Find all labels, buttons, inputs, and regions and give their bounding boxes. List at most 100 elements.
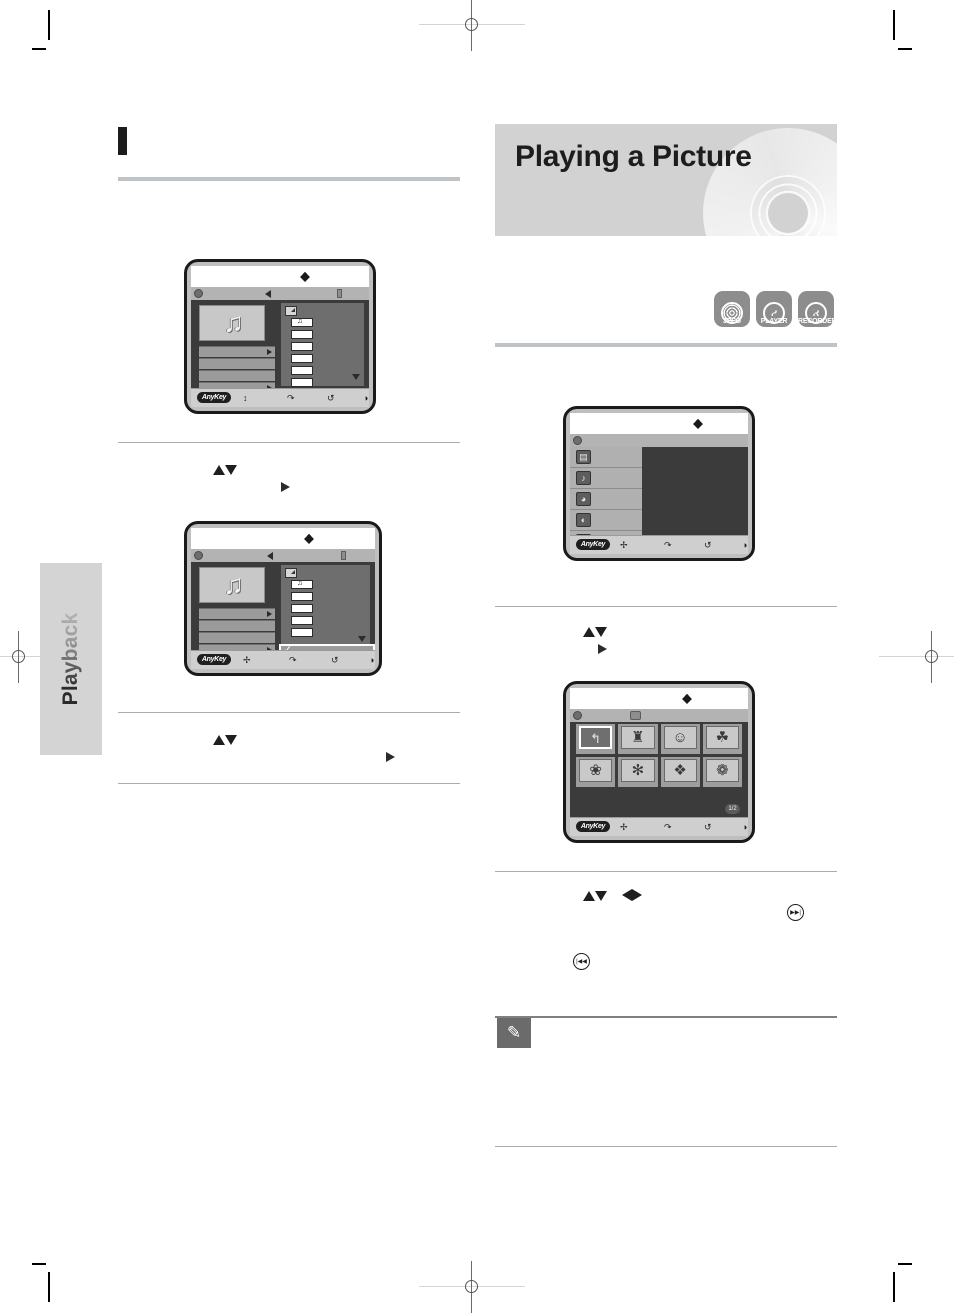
photo-icon: ◕ (576, 492, 591, 506)
anykey-badge[interactable]: AnyKey (576, 821, 610, 832)
photo-cell-parent-folder[interactable]: ↰ (576, 724, 616, 754)
crop-mark-bottom-right-v (893, 1272, 895, 1302)
left-rule-3 (118, 783, 460, 784)
file-item[interactable] (291, 604, 313, 613)
tv-subbar (191, 287, 369, 300)
music-thumbnail: ♫ (199, 567, 265, 603)
sidebar-item-title[interactable]: ▤ (570, 447, 642, 468)
list-row[interactable] (199, 346, 275, 357)
thumbnail-object: ❖ (663, 759, 697, 782)
return-icon: ↷ (664, 822, 672, 832)
right-rule-1 (495, 606, 837, 607)
arrow-right-icon (631, 889, 642, 901)
file-item[interactable] (291, 578, 313, 589)
tv-bottom-bar: AnyKey ↕ ↷ ↺ ◑ (191, 388, 369, 407)
anykey-badge[interactable]: AnyKey (197, 654, 231, 665)
arrow-right-icon (598, 644, 607, 654)
crop-mark-bottom-right-h (898, 1263, 912, 1265)
skip-prev-button[interactable]: |◀◀ (573, 953, 590, 970)
sidebar-item-music[interactable]: ♪ (570, 468, 642, 489)
file-item[interactable] (291, 378, 313, 387)
crop-mark-top-right-v (893, 10, 895, 40)
right-rule-bottom (495, 1146, 837, 1147)
arrow-up-icon (583, 627, 595, 637)
photo-cell-bouquet[interactable]: ❁ (702, 757, 742, 787)
file-item[interactable] (291, 330, 313, 339)
sidebar-item-photo[interactable]: ◕ (570, 489, 642, 510)
right-rule-2 (495, 871, 837, 872)
tv-titlebar (191, 266, 369, 287)
chapter-tab-playback: Playback (40, 563, 102, 755)
file-item[interactable] (291, 316, 313, 327)
photo-cell-object[interactable]: ❖ (660, 757, 700, 787)
file-item[interactable] (291, 354, 313, 363)
list-row[interactable] (199, 632, 275, 643)
arrow-up-icon (213, 735, 225, 745)
photo-cell-sun[interactable]: ✻ (618, 757, 658, 787)
folder-up-icon[interactable] (285, 568, 297, 578)
file-pane (281, 303, 364, 387)
step-glyph-fourway (583, 888, 642, 906)
note-icon-box: ✎ (497, 1018, 531, 1048)
file-item[interactable] (291, 628, 313, 637)
diamond-icon (682, 693, 693, 704)
right-rule-3 (495, 1016, 837, 1018)
jpeg-badge-label: JPEG (723, 318, 741, 325)
pencil-icon: ✎ (506, 1023, 522, 1042)
page-title: Playing a Picture (515, 140, 752, 173)
tv-bottom-bar: AnyKey ✢ ↷ ↺ ◑ (191, 650, 375, 669)
info-icon: ◑ (363, 393, 369, 403)
tv-bottom-bar: AnyKey ✢ ↷ ↺ ◑ (570, 535, 748, 554)
list-row[interactable] (199, 370, 275, 381)
anykey-badge[interactable]: AnyKey (576, 539, 610, 550)
tv-bottom-bar: AnyKey ✢ ↷ ↺ ◑ (570, 817, 748, 836)
screenshot-photo-grid: ↰ ♜ ☺ ☘ ❀ ✻ ❖ ❁ 1/2 AnyKey ✢ ↷ ↺ ◑ (563, 681, 755, 843)
arrow-right-icon (281, 482, 290, 492)
return-icon: ↷ (287, 393, 295, 403)
skip-next-button[interactable]: ▶▶| (787, 904, 804, 921)
list-row[interactable] (199, 608, 275, 619)
repeat-icon: ↺ (704, 822, 712, 832)
sidebar-item-disc[interactable]: ◐ (570, 510, 642, 531)
menu-preview-pane (642, 447, 748, 536)
move-icon: ✢ (620, 540, 628, 550)
chevron-right-icon (267, 349, 272, 355)
arrow-down-icon (225, 465, 237, 475)
photo-cell-tree[interactable]: ☘ (702, 724, 742, 754)
thumbnail-castle: ♜ (621, 726, 655, 749)
photo-cell-person[interactable]: ☺ (660, 724, 700, 754)
file-item[interactable] (291, 342, 313, 351)
file-item[interactable] (291, 616, 313, 625)
file-pane (281, 565, 370, 648)
list-row[interactable] (199, 358, 275, 369)
list-row[interactable] (199, 620, 275, 631)
registration-mark-left (0, 631, 72, 683)
step-glyph-updown-left-2 (213, 732, 237, 750)
screenshot-music-menu-selected: ♫ ✓ AnyKey ✢ ↷ ↺ ◑ (184, 521, 382, 676)
anykey-badge[interactable]: AnyKey (197, 392, 231, 403)
music-icon: ♪ (576, 471, 591, 485)
crop-mark-top-right-h (898, 48, 912, 50)
recorder-badge: R RECORDER (798, 291, 837, 327)
music-note-icon: ♫ (223, 569, 243, 600)
updown-icon: ↕ (243, 393, 248, 403)
scroll-down-icon[interactable] (352, 374, 360, 380)
arrow-left-icon (621, 889, 632, 901)
crop-mark-bottom-left-h (32, 1263, 46, 1265)
scroll-down-icon[interactable] (358, 636, 366, 642)
folder-up-icon[interactable] (285, 306, 297, 316)
chevron-right-icon (267, 611, 272, 617)
tv-subbar (570, 709, 748, 722)
move-icon: ✢ (620, 822, 628, 832)
thumbnail-person: ☺ (663, 726, 697, 749)
disc-indicator-icon (194, 289, 203, 298)
photo-cell-castle[interactable]: ♜ (618, 724, 658, 754)
file-item[interactable] (291, 592, 313, 601)
return-icon: ↷ (664, 540, 672, 550)
info-icon: ◑ (742, 540, 748, 550)
tv-subbar (191, 549, 375, 562)
photo-cell-flower[interactable]: ❀ (576, 757, 616, 787)
left-rule-2 (118, 712, 460, 713)
photo-thumbnail-grid: ↰ ♜ ☺ ☘ ❀ ✻ ❖ ❁ (576, 724, 742, 787)
file-item[interactable] (291, 366, 313, 375)
